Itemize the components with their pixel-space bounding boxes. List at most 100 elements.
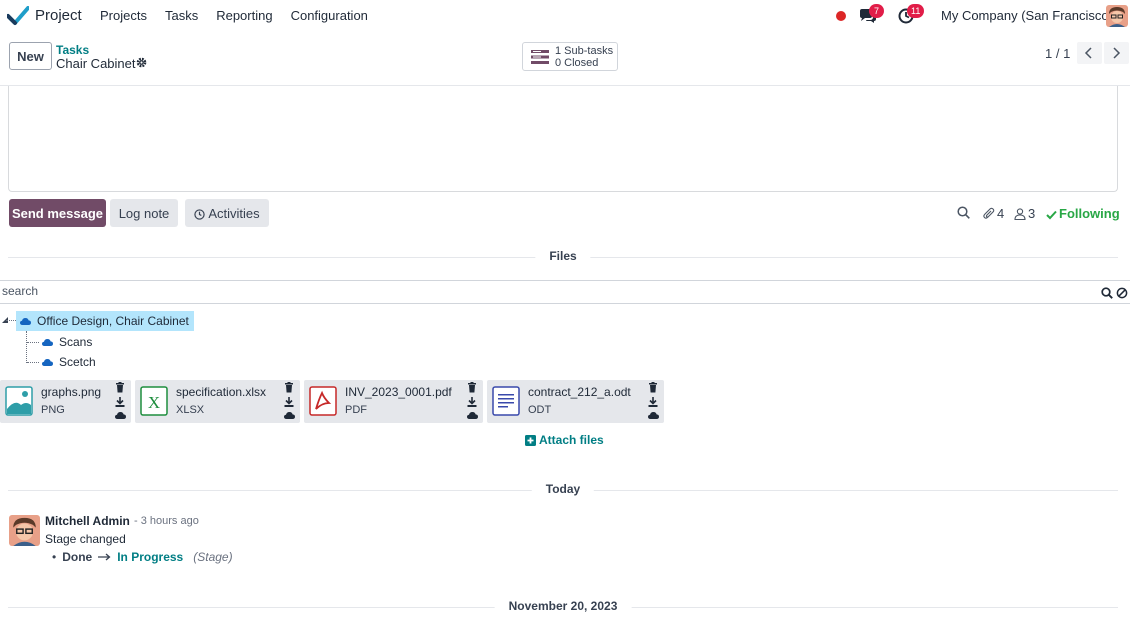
author-avatar-icon <box>9 515 40 546</box>
cloud-icon[interactable] <box>467 411 478 419</box>
subtasks-count: 1 Sub-tasks <box>555 45 614 57</box>
activities-button[interactable]: Activities <box>185 199 269 227</box>
search-icon[interactable] <box>1101 287 1113 299</box>
arrow-right-icon <box>98 553 111 561</box>
pdf-file-icon <box>309 386 337 416</box>
main-menu: Projects Tasks Reporting Configuration <box>100 8 368 23</box>
new-button[interactable]: New <box>9 42 52 70</box>
tree-node-scetch[interactable]: Scetch <box>42 353 96 371</box>
attach-files-button[interactable]: Attach files <box>525 433 604 447</box>
date-separator: November 20, 2023 <box>8 599 1118 615</box>
message-author[interactable]: Mitchell Admin <box>45 514 130 528</box>
attachment-name: specification.xlsx <box>176 385 267 399</box>
message-author-avatar[interactable] <box>9 515 40 546</box>
subtasks-stats: 1 Sub-tasks 0 Closed <box>555 45 613 69</box>
bullet-icon: • <box>52 550 57 564</box>
download-icon[interactable] <box>648 397 658 407</box>
pager-next-button[interactable] <box>1104 42 1129 64</box>
chat-badge: 7 <box>869 4 884 18</box>
activity-badge: 11 <box>907 4 925 18</box>
cloud-icon[interactable] <box>284 411 295 419</box>
activities-label: Activities <box>208 205 260 221</box>
attachment-name: INV_2023_0001.pdf <box>345 385 452 399</box>
followers-button[interactable]: 3 <box>1014 206 1035 221</box>
gear-icon[interactable] <box>136 57 147 68</box>
attach-files-label: Attach files <box>539 433 604 447</box>
tracking-new-value: In Progress <box>117 550 184 564</box>
tracking-value: • Done In Progress (Stage) <box>52 550 233 564</box>
menu-configuration[interactable]: Configuration <box>291 8 368 23</box>
today-separator-label: Today <box>531 482 595 496</box>
clock-icon <box>194 208 206 220</box>
message-time: - 3 hours ago <box>134 515 199 527</box>
date-separator-label: November 20, 2023 <box>494 599 632 613</box>
user-avatar[interactable] <box>1106 5 1128 27</box>
app-name[interactable]: Project <box>35 7 82 24</box>
attachments-count-button[interactable]: 4 <box>983 206 1004 221</box>
user-icon <box>1014 208 1026 221</box>
tree-connector <box>27 342 39 343</box>
tree-node-root[interactable]: Office Design, Chair Cabinet <box>16 311 194 331</box>
chevron-left-icon <box>1084 47 1092 59</box>
cloud-icon[interactable] <box>115 411 126 419</box>
attachment-name: graphs.png <box>41 385 102 399</box>
following-label: Following <box>1059 206 1120 221</box>
subtasks-button[interactable]: 1 Sub-tasks 0 Closed <box>522 42 618 71</box>
attachment-card-contract[interactable]: contract_212_a.odt ODT <box>487 380 664 423</box>
file-search-input[interactable] <box>2 284 1082 298</box>
pager-value[interactable]: 1 / 1 <box>1045 46 1070 61</box>
download-icon[interactable] <box>284 397 294 407</box>
menu-projects[interactable]: Projects <box>100 8 147 23</box>
tree-node-scans[interactable]: Scans <box>42 333 92 351</box>
status-dot-icon[interactable] <box>836 11 846 21</box>
plus-square-icon <box>525 435 536 446</box>
subtasks-list-icon <box>531 50 549 64</box>
spreadsheet-file-icon: X <box>140 386 168 416</box>
breadcrumb-tasks[interactable]: Tasks <box>56 43 89 57</box>
files-separator-label: Files <box>535 249 591 263</box>
download-icon[interactable] <box>115 397 125 407</box>
attachments-count: 4 <box>997 206 1005 221</box>
file-search-bar <box>0 280 1130 304</box>
trash-icon[interactable] <box>284 382 294 393</box>
company-switcher[interactable]: My Company (San Francisco) <box>941 8 1113 23</box>
attachment-actions <box>115 382 126 423</box>
send-message-button[interactable]: Send message <box>9 199 106 227</box>
paperclip-icon <box>983 207 995 219</box>
search-messages-icon[interactable] <box>957 206 970 219</box>
clear-search-icon[interactable] <box>1116 287 1128 299</box>
cloud-folder-icon <box>42 339 53 346</box>
following-button[interactable]: Following <box>1046 206 1120 221</box>
tree-root-label: Office Design, Chair Cabinet <box>37 314 189 328</box>
top-navbar: Project Projects Tasks Reporting Configu… <box>0 0 1130 32</box>
download-icon[interactable] <box>467 397 477 407</box>
trash-icon[interactable] <box>467 382 477 393</box>
attachment-actions <box>284 382 295 423</box>
user-avatar-icon <box>1106 5 1128 27</box>
log-note-button[interactable]: Log note <box>110 199 178 227</box>
trash-icon[interactable] <box>115 382 125 393</box>
attachment-actions <box>648 382 659 423</box>
tracking-field-name: (Stage) <box>193 550 233 564</box>
menu-reporting[interactable]: Reporting <box>216 8 272 23</box>
tree-node-label: Scans <box>59 335 93 349</box>
files-separator: Files <box>8 249 1118 265</box>
tree-node-label: Scetch <box>59 355 96 369</box>
attachment-card-invoice[interactable]: INV_2023_0001.pdf PDF <box>304 380 483 423</box>
tree-connector <box>27 362 39 363</box>
attachment-type: PDF <box>345 404 367 416</box>
trash-icon[interactable] <box>648 382 658 393</box>
attachment-type: PNG <box>41 404 65 416</box>
attachment-type: ODT <box>528 404 552 416</box>
attachment-card-graphs[interactable]: graphs.png PNG <box>0 380 131 423</box>
attachment-actions <box>467 382 478 423</box>
description-editor[interactable] <box>8 86 1118 192</box>
tree-connector <box>26 331 27 363</box>
project-app-logo-icon[interactable] <box>7 6 29 26</box>
menu-tasks[interactable]: Tasks <box>165 8 198 23</box>
attachment-card-specification[interactable]: X specification.xlsx XLSX <box>135 380 300 423</box>
cloud-icon[interactable] <box>648 411 659 419</box>
pager-previous-button[interactable] <box>1077 42 1102 64</box>
message-body: Stage changed <box>45 532 126 546</box>
cloud-folder-icon <box>42 359 53 366</box>
